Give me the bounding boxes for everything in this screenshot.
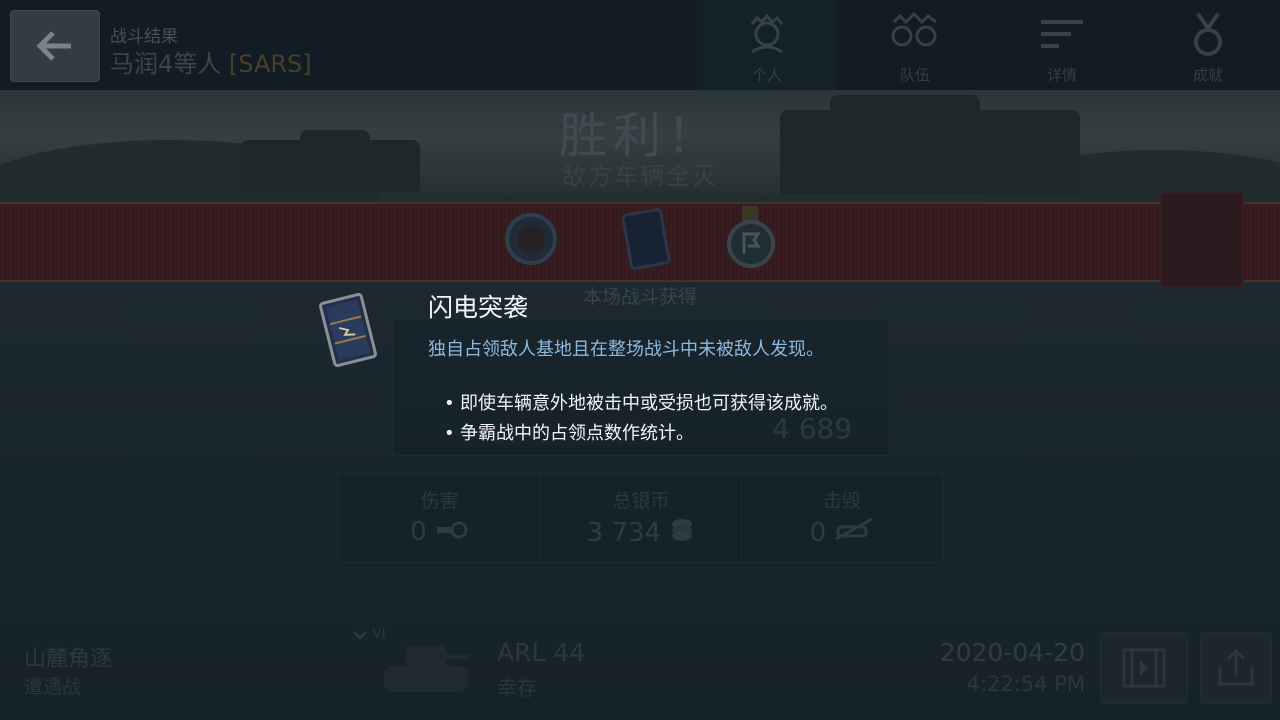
achievement-note: • 争霸战中的占领点数作统计。 — [444, 423, 694, 444]
achievement-description: 独自占领敌人基地且在整场战斗中未被敌人发现。 — [428, 339, 824, 360]
note-text: 即使车辆意外地被击中或受损也可获得该成就。 — [460, 393, 838, 414]
achievement-note: • 即使车辆意外地被击中或受损也可获得该成就。 — [444, 393, 838, 414]
achievement-title: 闪电突袭 — [428, 293, 529, 322]
blitz-book-icon — [319, 293, 377, 367]
note-text: 争霸战中的占领点数作统计。 — [460, 423, 694, 444]
